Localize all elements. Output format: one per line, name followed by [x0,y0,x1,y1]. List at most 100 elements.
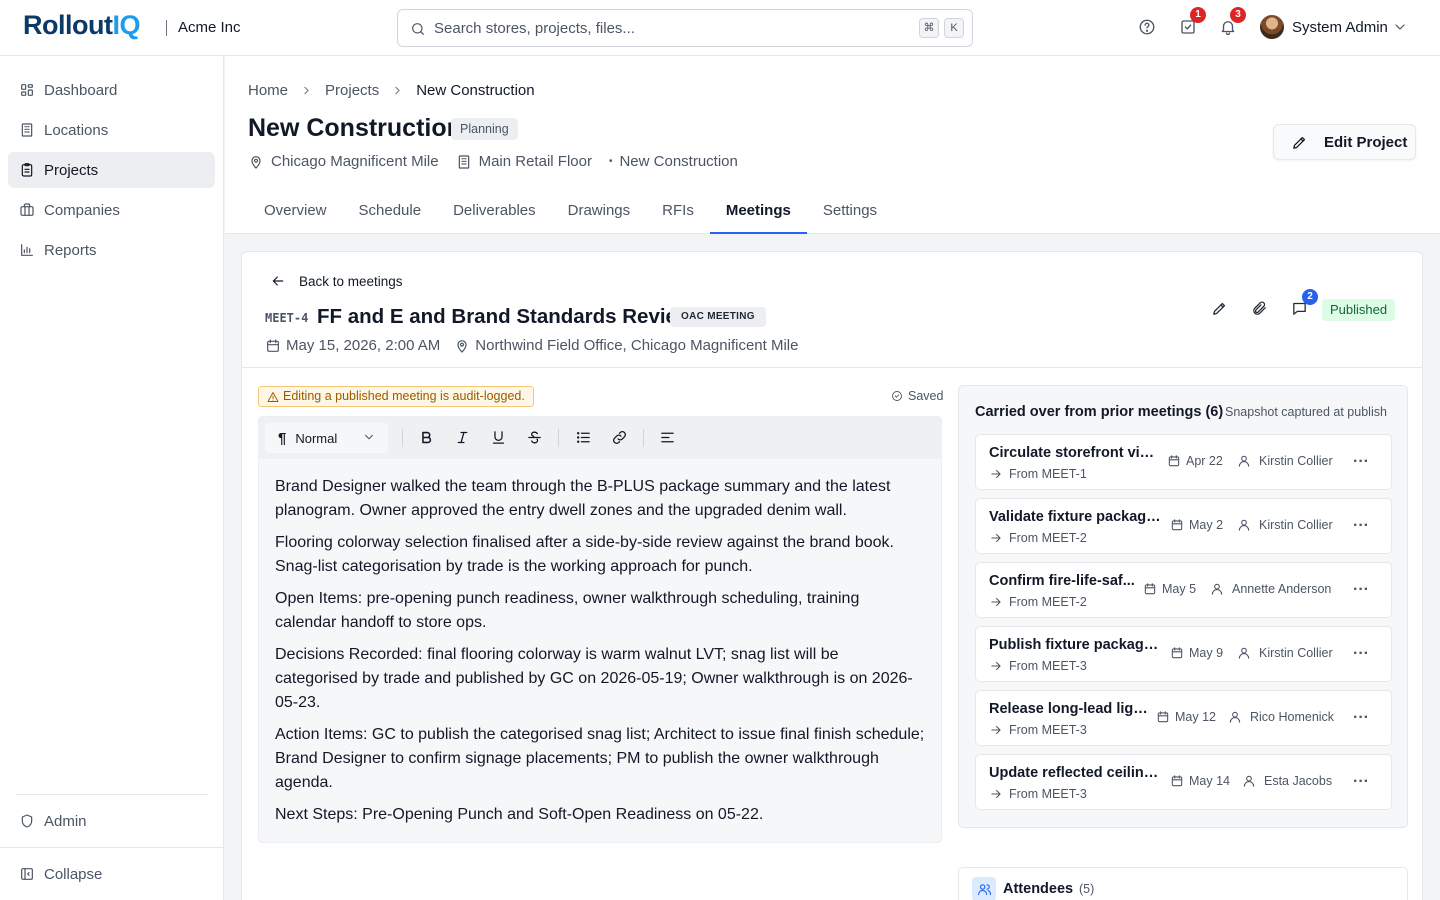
notifications-button[interactable]: 3 [1219,7,1246,38]
tasks-button[interactable]: 1 [1179,7,1206,38]
help-button[interactable] [1138,18,1158,38]
sidebar-item-dashboard[interactable]: Dashboard [8,72,215,108]
comments-button[interactable]: 2 [1291,289,1318,318]
carried-item-title: Release long-lead ligh... [989,701,1151,717]
date-label: May 12 [1175,710,1216,724]
tab-meetings[interactable]: Meetings [709,188,807,234]
dashboard-icon [21,84,33,96]
collapse-label: Collapse [44,865,103,883]
carried-item[interactable]: Circulate storefront vin... From MEET-1 … [975,434,1392,490]
breadcrumb-projects[interactable]: Projects [325,82,379,99]
help-icon [1139,19,1155,35]
attendees-title: Attendees [1003,881,1074,897]
edit-project-button[interactable]: Edit Project [1273,124,1416,160]
bullet-list-button[interactable] [575,429,593,447]
carried-item[interactable]: Confirm fire-life-saf... From MEET-2 May… [975,562,1392,618]
sidebar: Dashboard Locations Projects Companies R… [0,56,224,900]
tab-rfis[interactable]: RFIs [646,188,710,234]
carried-over-panel: Carried over from prior meetings (6) Sna… [958,385,1408,828]
notes-paragraph[interactable]: Decisions Recorded: final flooring color… [275,643,925,715]
breadcrumb-current: New Construction [416,82,535,99]
user-name[interactable]: System Admin [1292,19,1388,36]
sidebar-item-companies[interactable]: Companies [8,192,215,228]
carried-item-title: Update reflected ceiling ... [989,765,1165,781]
link-button[interactable] [611,429,629,447]
toolbar-divider [402,429,403,447]
tab-schedule[interactable]: Schedule [343,188,438,234]
carried-item-owner: Kirstin Collier [1237,454,1333,468]
search-icon [410,21,426,37]
notes-paragraph[interactable]: Brand Designer walked the team through t… [275,475,925,523]
carried-item-title: Circulate storefront vin... [989,445,1157,461]
more-options-icon[interactable]: ··· [1353,453,1369,471]
owner-label: Kirstin Collier [1259,646,1333,660]
strikethrough-button[interactable] [526,429,544,447]
carried-item[interactable]: Validate fixture package... From MEET-2 … [975,498,1392,554]
audit-warning: Editing a published meeting is audit-log… [258,386,534,407]
sidebar-item-label: Admin [44,812,87,830]
italic-button[interactable] [454,429,472,447]
pencil-icon [1293,136,1306,149]
org-name[interactable]: Acme Inc [178,19,241,36]
carried-item[interactable]: Release long-lead ligh... From MEET-3 Ma… [975,690,1392,746]
more-options-icon[interactable]: ··· [1353,645,1369,663]
edit-meeting-button[interactable] [1211,300,1229,318]
more-options-icon[interactable]: ··· [1353,581,1369,599]
warning-icon [267,391,279,402]
chevron-down-icon [362,430,376,444]
sidebar-item-label: Locations [44,121,109,139]
carried-item-owner: Esta Jacobs [1242,774,1332,788]
block-format-select[interactable]: ¶ Normal [265,423,388,453]
meeting-datetime: May 15, 2026, 2:00 AM [286,337,441,354]
sidebar-item-label: Projects [44,161,99,179]
saved-label: Saved [908,389,944,403]
calendar-icon [1168,455,1180,467]
more-options-icon[interactable]: ··· [1353,709,1369,727]
tab-drawings[interactable]: Drawings [552,188,647,234]
meeting-type-badge: OAC MEETING [670,307,766,327]
toolbar-divider [643,429,644,447]
sidebar-item-projects[interactable]: Projects [8,152,215,188]
tab-overview[interactable]: Overview [248,188,343,234]
sidebar-item-reports[interactable]: Reports [8,232,215,268]
owner-label: Rico Homenick [1250,710,1335,724]
bold-button[interactable] [418,429,436,447]
collapse-button[interactable]: Collapse [8,856,215,892]
check-circle-icon [892,391,902,401]
owner-label: Kirstin Collier [1259,518,1333,532]
notes-paragraph[interactable]: Action Items: GC to publish the categori… [275,723,925,795]
sidebar-item-admin[interactable]: Admin [8,803,215,839]
notes-paragraph[interactable]: Next Steps: Pre-Opening Punch and Soft-O… [275,803,925,827]
map-pin-icon [251,155,261,169]
attendees-count: (5) [1079,882,1095,896]
tab-settings[interactable]: Settings [807,188,893,234]
more-options-icon[interactable]: ··· [1353,517,1369,535]
sidebar-item-locations[interactable]: Locations [8,112,215,148]
more-options-icon[interactable]: ··· [1353,773,1369,791]
user-avatar[interactable] [1260,15,1284,39]
notes-paragraph[interactable]: Flooring colorway selection finalised af… [275,531,925,579]
source-label: From MEET-3 [1009,787,1087,801]
carried-item-source: From MEET-3 [989,787,1087,801]
notes-content[interactable]: Brand Designer walked the team through t… [275,475,925,835]
attachments-button[interactable] [1251,300,1269,318]
chevron-down-icon[interactable] [1392,19,1408,35]
source-label: From MEET-3 [1009,723,1087,737]
back-to-meetings-link[interactable]: Back to meetings [270,273,403,289]
global-search[interactable]: ⌘ K [397,9,973,47]
project-location[interactable]: Chicago Magnificent Mile [271,153,439,170]
breadcrumb: Home Projects New Construction [248,82,535,99]
owner-label: Annette Anderson [1232,582,1332,596]
app-logo[interactable]: RolloutIQ [23,10,140,41]
underline-button[interactable] [490,429,508,447]
edit-project-label: Edit Project [1324,133,1408,151]
breadcrumb-home[interactable]: Home [248,82,288,99]
warning-text: Editing a published meeting is audit-log… [283,389,525,403]
attendees-panel[interactable]: Attendees (5) [958,867,1408,900]
carried-item[interactable]: Update reflected ceiling ... From MEET-3… [975,754,1392,810]
carried-item[interactable]: Publish fixture package ... From MEET-3 … [975,626,1392,682]
tab-deliverables[interactable]: Deliverables [437,188,552,234]
notes-paragraph[interactable]: Open Items: pre-opening punch readiness,… [275,587,925,635]
search-input[interactable] [434,18,894,38]
align-button[interactable] [659,429,677,447]
